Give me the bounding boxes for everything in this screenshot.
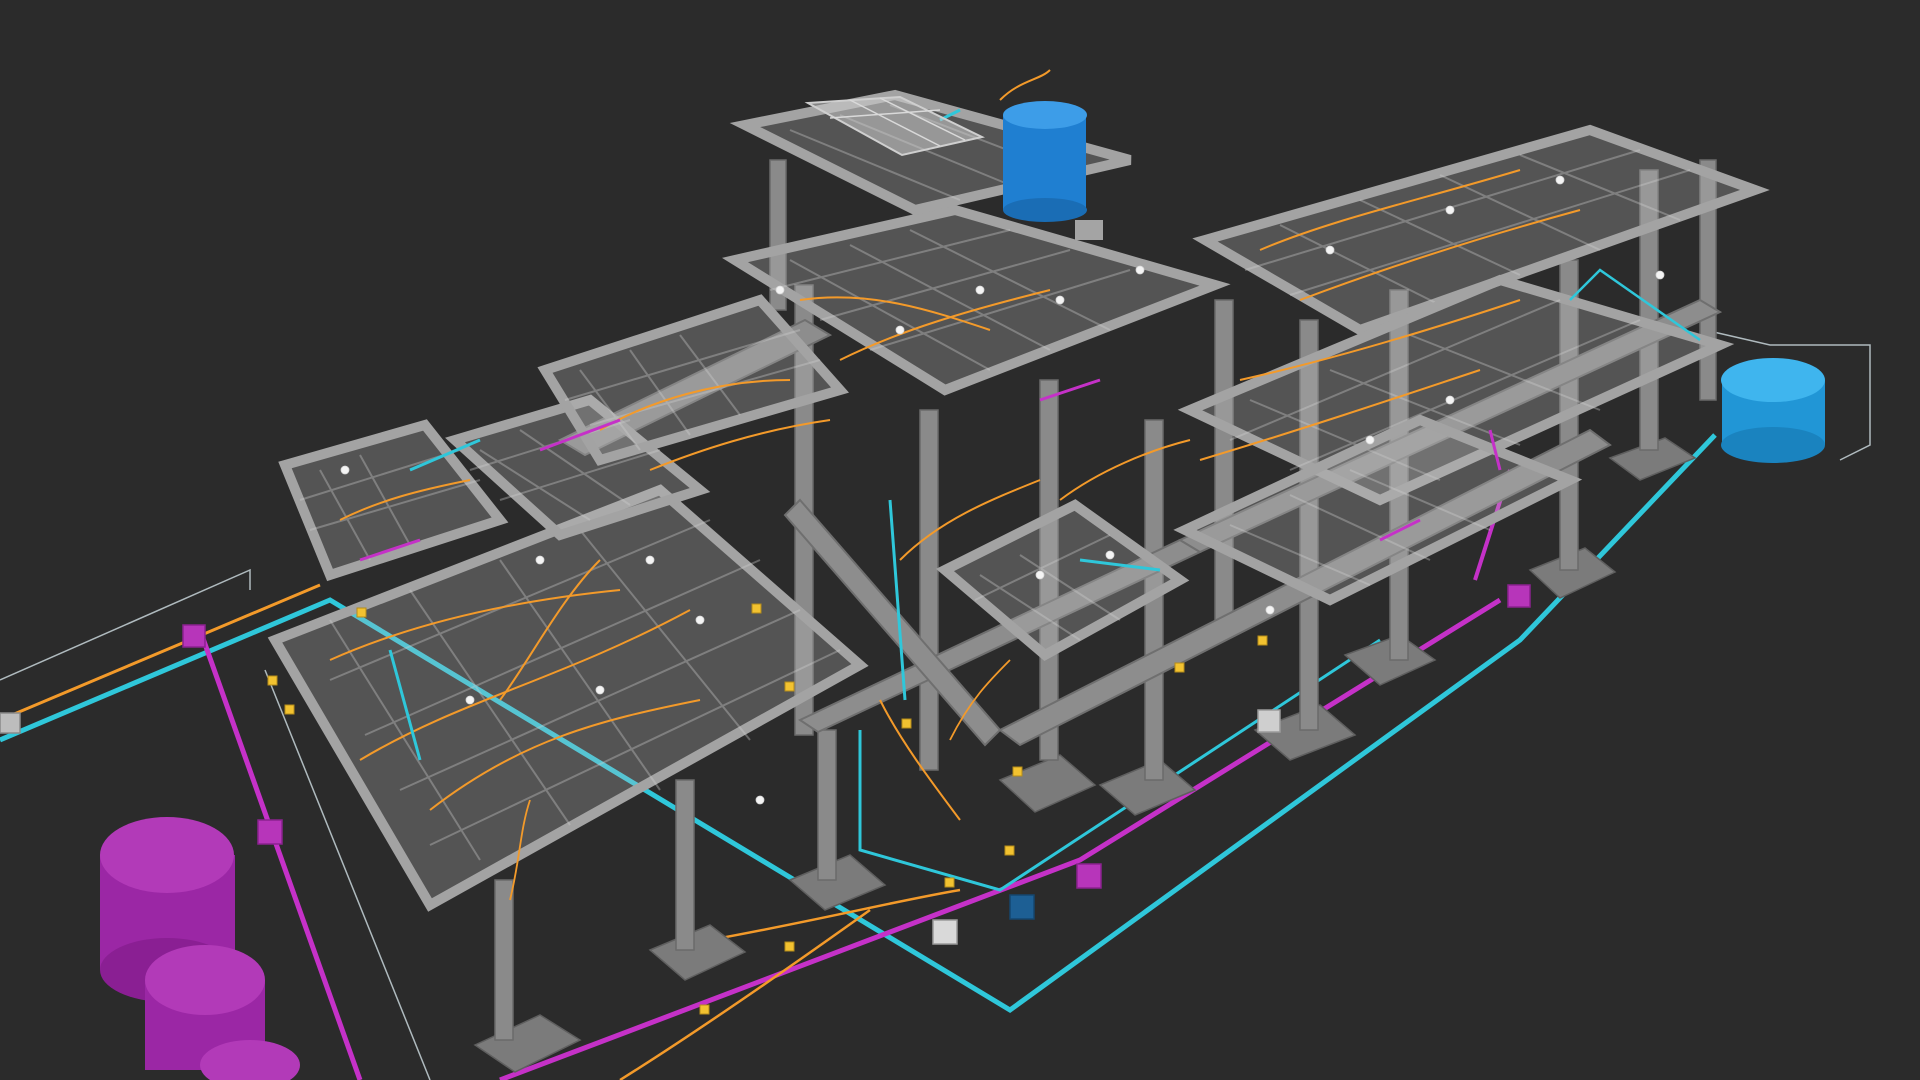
- sewer-inspection-box[interactable]: [1076, 863, 1102, 889]
- junction-box[interactable]: [1004, 845, 1015, 856]
- bim-model-viewport[interactable]: [0, 0, 1920, 1080]
- sewer-inspection-box[interactable]: [1507, 584, 1531, 608]
- junction-box[interactable]: [784, 681, 795, 692]
- junction-box[interactable]: [1257, 635, 1268, 646]
- junction-box[interactable]: [356, 607, 367, 618]
- junction-box[interactable]: [784, 941, 795, 952]
- tank-pump: [1075, 220, 1103, 240]
- electric-meter-box[interactable]: [0, 712, 21, 734]
- junction-box[interactable]: [901, 718, 912, 729]
- junction-box[interactable]: [284, 704, 295, 715]
- sewer-inspection-box[interactable]: [182, 624, 206, 648]
- electric-distribution-box[interactable]: [1257, 709, 1281, 733]
- junction-box[interactable]: [267, 675, 278, 686]
- electric-distribution-box[interactable]: [932, 919, 958, 945]
- water-meter-box[interactable]: [1009, 894, 1035, 920]
- junction-box[interactable]: [1012, 766, 1023, 777]
- junction-box[interactable]: [699, 1004, 710, 1015]
- junction-box[interactable]: [751, 603, 762, 614]
- ground-water-tank[interactable]: [1721, 358, 1825, 463]
- sewer-inspection-box[interactable]: [257, 819, 283, 845]
- junction-box[interactable]: [1174, 662, 1185, 673]
- junction-box[interactable]: [944, 877, 955, 888]
